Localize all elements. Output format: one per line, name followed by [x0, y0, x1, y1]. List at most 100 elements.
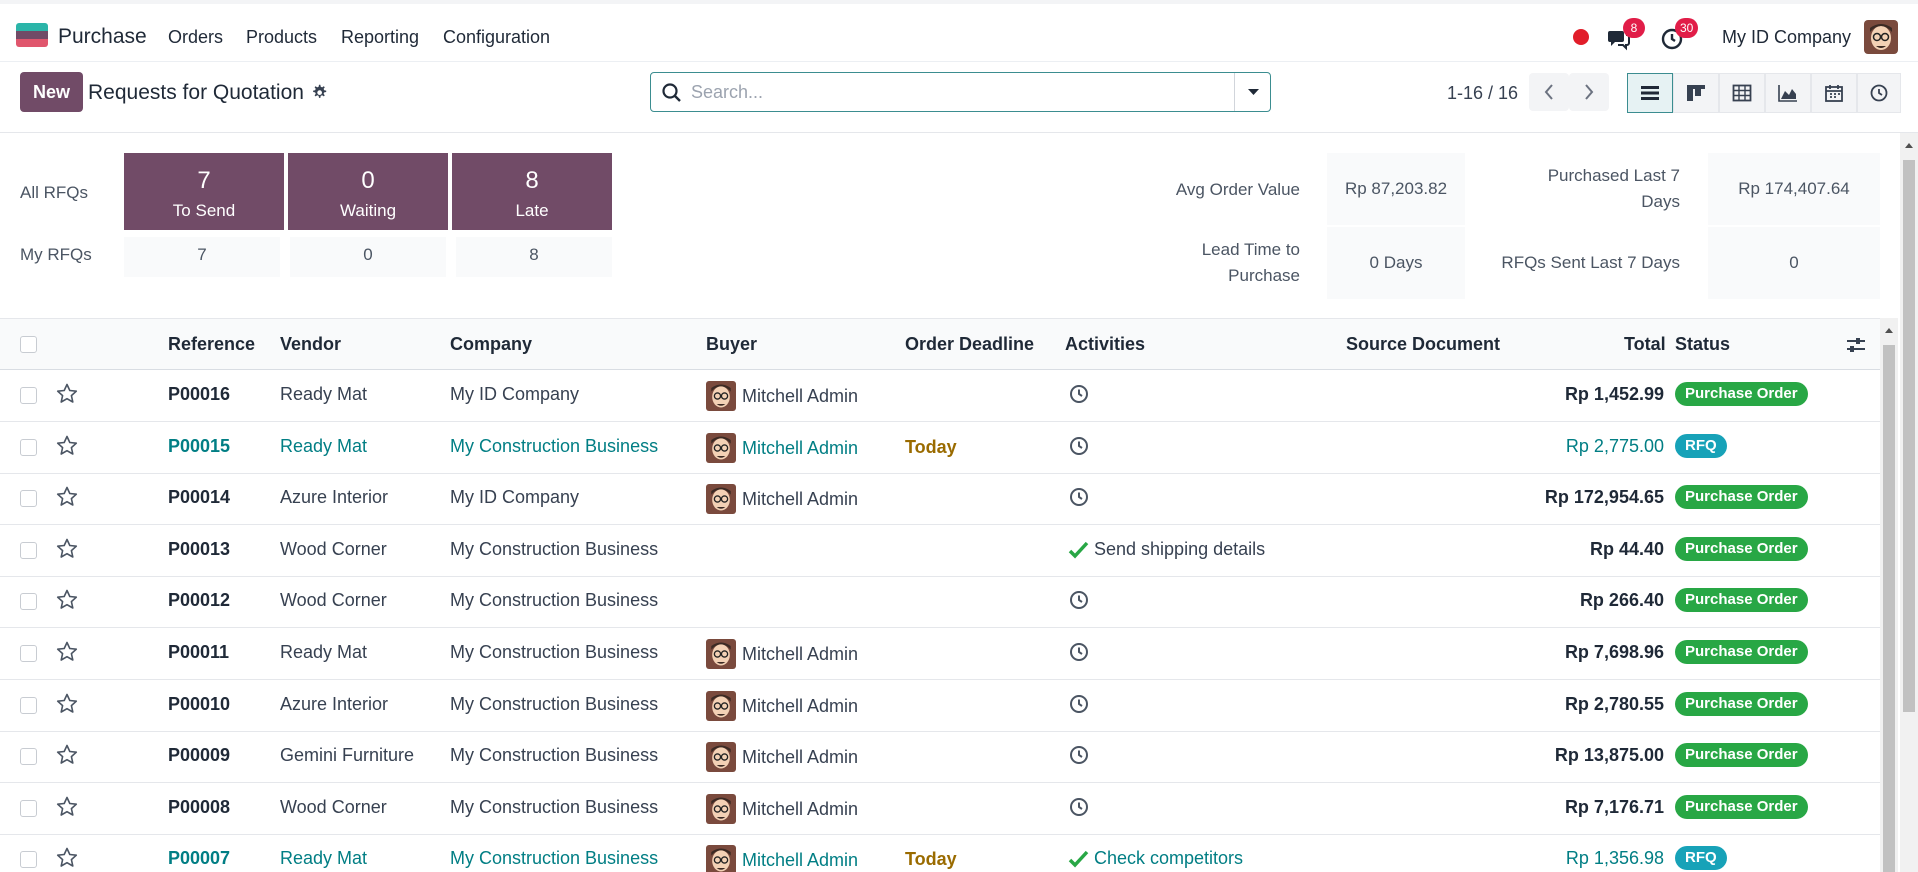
pager-value[interactable]: 1-16 / 16	[1447, 83, 1518, 104]
buyer-avatar[interactable]	[706, 793, 736, 824]
row-checkbox[interactable]	[20, 696, 37, 714]
menu-reporting[interactable]: Reporting	[341, 27, 419, 48]
pivot-table-icon	[1732, 84, 1752, 102]
status-badge: RFQ	[1675, 846, 1727, 871]
priority-star-icon[interactable]	[55, 743, 79, 767]
buyer-avatar[interactable]	[706, 381, 736, 411]
table-row[interactable]: P00013 Wood Corner My Construction Busines…	[0, 525, 1880, 577]
row-total: Rp 266.40	[1579, 590, 1664, 611]
select-all-checkbox[interactable]	[20, 336, 37, 353]
priority-star-icon[interactable]	[55, 640, 79, 664]
priority-star-icon[interactable]	[55, 434, 79, 458]
priority-star-icon[interactable]	[55, 485, 79, 509]
header-vendor[interactable]: Vendor	[280, 334, 341, 355]
menu-orders[interactable]: Orders	[168, 27, 223, 48]
buyer-avatar[interactable]	[706, 484, 736, 515]
table-row[interactable]: P00011 Ready Mat My Construction Business M…	[0, 628, 1880, 680]
activity-clock-icon[interactable]	[1068, 796, 1090, 818]
header-company[interactable]: Company	[450, 334, 532, 355]
menu-products[interactable]: Products	[246, 27, 317, 48]
search-options-toggle[interactable]	[1234, 73, 1271, 111]
row-checkbox[interactable]	[20, 438, 37, 456]
row-company: My Construction Business	[450, 693, 659, 714]
activity-view-button[interactable]	[1857, 73, 1901, 113]
table-row[interactable]: P00009 Gemini Furniture My Construction Bu…	[0, 731, 1880, 784]
my-late-count[interactable]: 8	[456, 237, 612, 277]
activity-clock-icon[interactable]	[1068, 641, 1090, 663]
table-row[interactable]: P00015 Ready Mat My Construction Business M…	[0, 422, 1880, 474]
priority-star-icon[interactable]	[55, 795, 79, 819]
table-scroll-thumb[interactable]	[1883, 345, 1895, 872]
pager-previous-button[interactable]	[1529, 73, 1569, 111]
buyer-avatar[interactable]	[706, 845, 736, 872]
optional-columns-icon[interactable]	[1845, 334, 1867, 356]
row-activity[interactable]: Send shipping details	[1094, 539, 1265, 560]
priority-star-icon[interactable]	[55, 588, 79, 612]
priority-star-icon[interactable]	[55, 382, 79, 406]
buyer-avatar[interactable]	[706, 432, 736, 463]
header-activities[interactable]: Activities	[1065, 334, 1145, 355]
buyer-avatar[interactable]	[706, 690, 736, 721]
calendar-view-button[interactable]	[1811, 73, 1857, 113]
activity-done-check-icon[interactable]	[1068, 539, 1090, 561]
scroll-up-icon[interactable]	[1904, 140, 1914, 150]
to-send-box[interactable]: 7 To Send	[124, 153, 284, 230]
row-checkbox[interactable]	[20, 748, 37, 766]
table-row[interactable]: P00010 Azure Interior My Construction Busi…	[0, 680, 1880, 732]
table-row[interactable]: P00012 Wood Corner My Construction Busines…	[0, 576, 1880, 629]
priority-star-icon[interactable]	[55, 537, 79, 561]
row-checkbox[interactable]	[20, 645, 37, 662]
pivot-view-button[interactable]	[1719, 73, 1765, 113]
user-avatar[interactable]	[1864, 20, 1898, 54]
row-checkbox[interactable]	[20, 541, 37, 559]
row-checkbox[interactable]	[20, 490, 37, 508]
buyer-avatar[interactable]	[706, 639, 736, 669]
activity-clock-icon[interactable]	[1068, 486, 1090, 508]
table-row[interactable]: P00014 Azure Interior My ID Company Mitchel…	[0, 473, 1880, 526]
kanban-view-button[interactable]	[1673, 73, 1719, 113]
row-checkbox[interactable]	[20, 851, 37, 869]
app-brand[interactable]: Purchase	[58, 25, 147, 49]
header-order-deadline[interactable]: Order Deadline	[905, 334, 1034, 355]
waiting-box[interactable]: 0 Waiting	[288, 153, 448, 230]
header-status[interactable]: Status	[1675, 334, 1730, 355]
company-switcher[interactable]: My ID Company	[1722, 27, 1851, 48]
activity-clock-icon[interactable]	[1068, 744, 1090, 766]
activity-clock-icon[interactable]	[1068, 589, 1090, 611]
late-box[interactable]: 8 Late	[452, 153, 612, 230]
area-chart-icon	[1778, 85, 1797, 102]
row-checkbox[interactable]	[20, 799, 37, 817]
row-activity[interactable]: Check competitors	[1094, 848, 1243, 869]
activity-done-check-icon[interactable]	[1068, 848, 1090, 870]
pager-next-button[interactable]	[1569, 73, 1609, 111]
priority-star-icon[interactable]	[55, 846, 79, 870]
search-input[interactable]	[691, 81, 1251, 103]
buyer-avatar[interactable]	[706, 742, 736, 773]
status-dot-icon[interactable]	[1573, 29, 1589, 45]
header-source-document[interactable]: Source Document	[1346, 334, 1500, 355]
priority-star-icon[interactable]	[55, 692, 79, 716]
header-total[interactable]: Total	[1624, 334, 1666, 355]
purchase-app-icon[interactable]	[16, 23, 48, 47]
row-checkbox[interactable]	[20, 593, 37, 611]
activity-clock-icon[interactable]	[1068, 383, 1090, 405]
table-row[interactable]: P00007 Ready Mat My Construction Business M…	[0, 834, 1880, 872]
graph-view-button[interactable]	[1765, 73, 1811, 113]
table-scroll-up-icon[interactable]	[1884, 325, 1894, 335]
activity-clock-icon[interactable]	[1068, 435, 1090, 457]
my-to-send-count[interactable]: 7	[124, 237, 280, 277]
dashboard-scroll-thumb[interactable]	[1903, 160, 1915, 712]
row-checkbox[interactable]	[20, 387, 37, 404]
my-waiting-count[interactable]: 0	[290, 237, 446, 277]
row-total: Rp 2,780.55	[1564, 693, 1664, 714]
activity-clock-icon[interactable]	[1068, 693, 1090, 715]
header-reference[interactable]: Reference	[168, 334, 255, 355]
table-row[interactable]: P00016 Ready Mat My ID Company Mitchell Adm…	[0, 370, 1880, 422]
table-row[interactable]: P00008 Wood Corner My Construction Busines…	[0, 783, 1880, 835]
to-send-count: 7	[197, 167, 211, 194]
new-button[interactable]: New	[20, 72, 83, 112]
menu-configuration[interactable]: Configuration	[443, 27, 550, 48]
list-view-button[interactable]	[1627, 73, 1673, 113]
header-buyer[interactable]: Buyer	[706, 334, 757, 355]
gear-icon[interactable]	[310, 83, 328, 101]
